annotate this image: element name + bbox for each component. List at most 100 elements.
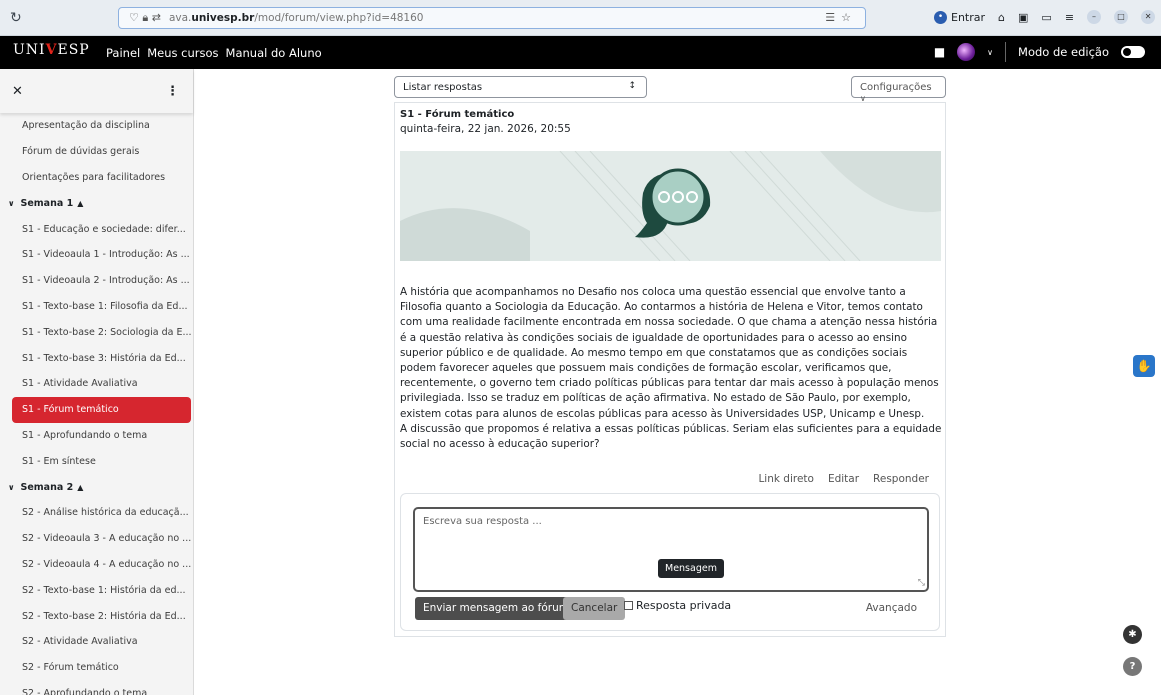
nav-link-manual[interactable]: Manual do Aluno	[226, 46, 322, 60]
edit-mode-label: Modo de edição	[1018, 45, 1109, 59]
sidebar-icon[interactable]: ▭	[1041, 11, 1051, 24]
sidebar-item-label: S1 - Texto-base 1: Filosofia da Ed...	[22, 300, 188, 312]
post-paragraph: A discussão que propomos é relativa a es…	[400, 422, 942, 451]
accessibility-icon[interactable]: ✱	[1123, 625, 1142, 644]
post-title: S1 - Fórum temático	[400, 109, 515, 120]
user-area: ■ ∨ Modo de edição	[934, 42, 1145, 62]
edit-link[interactable]: Editar	[828, 473, 859, 485]
cancel-button[interactable]: Cancelar	[563, 597, 626, 620]
sidebar-item[interactable]: S1 - Texto-base 1: Filosofia da Ed...	[0, 294, 193, 320]
edit-mode-toggle[interactable]	[1121, 46, 1145, 58]
chevron-down-icon[interactable]: ∨	[987, 48, 993, 57]
avatar[interactable]	[957, 43, 976, 61]
sidebar-item[interactable]: S1 - Atividade Avaliativa	[0, 371, 193, 397]
forum-banner-image	[400, 151, 941, 261]
sidebar-item-label: S1 - Atividade Avaliativa	[22, 378, 138, 390]
sidebar-item[interactable]: S1 - Aprofundando o tema	[0, 423, 193, 449]
reload-icon[interactable]: ↻	[10, 10, 26, 26]
accessibility-hand-icon[interactable]: ✋	[1133, 355, 1155, 377]
site-navbar: UNIVESP Painel Meus cursos Manual do Alu…	[0, 36, 1161, 69]
sidebar-item-label: S2 - Atividade Avaliativa	[22, 636, 138, 648]
sidebar-item-label: S1 - Educação e sociedade: difer...	[22, 223, 186, 235]
sidebar-item-label: Semana 1	[20, 197, 74, 209]
sidebar-item[interactable]: S2 - Videoaula 4 - A educação no ...	[0, 552, 193, 578]
univesp-logo[interactable]: UNIVESP	[13, 42, 90, 58]
extensions-icon[interactable]: ⌂	[998, 11, 1005, 24]
settings-dropdown[interactable]: Configurações ∨	[851, 76, 946, 103]
sidebar-item[interactable]: Fórum de dúvidas gerais	[0, 139, 193, 165]
chevron-down-icon[interactable]: ∨	[8, 199, 15, 208]
post-content: A história que acompanhamos no Desafio n…	[400, 285, 945, 452]
account-icon: •	[934, 10, 947, 24]
chevron-down-icon[interactable]: ∨	[8, 483, 15, 492]
lock-icon: ▲	[77, 198, 84, 208]
private-reply-checkbox[interactable]: Resposta privada	[624, 599, 731, 612]
nav-link-meus-cursos[interactable]: Meus cursos	[147, 46, 218, 60]
sidebar-item[interactable]: S1 - Videoaula 2 - Introdução: As ...	[0, 268, 193, 294]
sidebar-item-label: S2 - Texto-base 1: História da ed...	[22, 584, 186, 596]
chat-bubble-illustration	[400, 151, 941, 261]
advanced-link[interactable]: Avançado	[866, 602, 917, 614]
sidebar-item-label: S1 - Aprofundando o tema	[22, 429, 148, 441]
reply-textarea[interactable]: Escreva sua resposta ... Mensagem ⤡	[413, 507, 929, 592]
sidebar-item[interactable]: S1 - Em síntese	[0, 448, 193, 474]
primary-navigation: Painel Meus cursos Manual do Aluno	[106, 46, 322, 60]
discussion-toolbar: Listar respostas ↕ Configurações ∨	[394, 76, 946, 103]
help-icon[interactable]: ?	[1123, 657, 1142, 676]
sidebar-item[interactable]: Apresentação da disciplina	[0, 113, 193, 139]
sidebar-item[interactable]: S1 - Videoaula 1 - Introdução: As ...	[0, 242, 193, 268]
bookmark-star-icon[interactable]: ☰☆	[825, 11, 857, 24]
course-index: Apresentação da disciplina Fórum de dúvid…	[0, 113, 193, 695]
kebab-menu-icon[interactable]: ⋮	[166, 84, 179, 99]
checkbox[interactable]	[624, 601, 633, 610]
drawer-header: ✕ ⋮	[0, 69, 193, 113]
sidebar-item[interactable]: S2 - Texto-base 1: História da ed...	[0, 577, 193, 603]
maximize-icon[interactable]: □	[1114, 10, 1129, 24]
signin-button[interactable]: • Entrar	[934, 10, 985, 24]
sidebar-item-label: Fórum de dúvidas gerais	[22, 146, 140, 158]
browser-toolbar: ↻ ♡ 🔒︎ ⇄ ava.univesp.br/mod/forum/view.p…	[0, 0, 1161, 36]
sidebar-item[interactable]: S2 - Fórum temático	[0, 655, 193, 681]
sidebar-item-label: S1 - Videoaula 1 - Introdução: As ...	[22, 249, 190, 261]
sidebar-item-label: Orientações para facilitadores	[22, 171, 166, 183]
sidebar-item[interactable]: S2 - Atividade Avaliativa	[0, 629, 193, 655]
sidebar-item[interactable]: S1 - Texto-base 3: História da Ed...	[0, 345, 193, 371]
sidebar-item-label: Semana 2	[20, 481, 74, 493]
close-icon[interactable]: ✕	[12, 84, 23, 99]
sidebar-item-label: S2 - Texto-base 2: História da Ed...	[22, 610, 186, 622]
sidebar-section-header[interactable]: ∨ Semana 2 ▲	[0, 474, 193, 500]
url-text: ava.univesp.br/mod/forum/view.php?id=481…	[168, 12, 424, 24]
minimize-icon[interactable]: –	[1087, 10, 1102, 24]
menu-icon[interactable]: ≡	[1065, 11, 1074, 24]
select-arrows-icon: ↕	[628, 81, 636, 91]
sidebar-item-label: S2 - Videoaula 4 - A educação no ...	[22, 558, 192, 570]
sidebar-item[interactable]: S2 - Análise histórica da educaçã...	[0, 500, 193, 526]
sidebar-item-label: S1 - Em síntese	[22, 455, 96, 467]
sidebar-item[interactable]: Orientações para facilitadores	[0, 165, 193, 191]
inline-reply-form: Escreva sua resposta ... Mensagem ⤡ Envi…	[400, 493, 940, 631]
forum-post: S1 - Fórum temático quinta-feira, 22 jan…	[394, 102, 946, 637]
permalink-link[interactable]: Link direto	[758, 473, 814, 485]
sidebar-item[interactable]: S1 - Texto-base 2: Sociologia da E...	[0, 319, 193, 345]
close-window-icon[interactable]: ✕	[1141, 10, 1156, 24]
tabs-icon[interactable]: ▣	[1018, 11, 1028, 24]
divider	[1005, 42, 1007, 62]
sidebar-item[interactable]: S2 - Texto-base 2: História da Ed...	[0, 603, 193, 629]
sidebar-item[interactable]: S1 - Fórum temático	[12, 396, 191, 423]
sidebar-item-label: S2 - Videoaula 3 - A educação no ...	[22, 533, 192, 545]
sidebar-item[interactable]: S1 - Educação e sociedade: difer...	[0, 216, 193, 242]
sidebar-section-header[interactable]: ∨ Semana 1 ▲	[0, 190, 193, 216]
nav-link-painel[interactable]: Painel	[106, 46, 140, 60]
sidebar-item[interactable]: S2 - Videoaula 3 - A educação no ...	[0, 526, 193, 552]
browser-actions: • Entrar ⌂ ▣ ▭ ≡ – □ ✕	[934, 10, 1156, 24]
sidebar-item-label: S1 - Videoaula 2 - Introdução: As ...	[22, 275, 190, 287]
address-bar[interactable]: ♡ 🔒︎ ⇄ ava.univesp.br/mod/forum/view.php…	[118, 7, 866, 29]
reply-placeholder: Escreva sua resposta ...	[423, 516, 542, 527]
submit-reply-button[interactable]: Enviar mensagem ao fórum	[415, 597, 577, 620]
resize-handle-icon[interactable]: ⤡	[918, 578, 925, 588]
messages-icon[interactable]: ■	[934, 45, 945, 59]
post-paragraph: A história que acompanhamos no Desafio n…	[400, 286, 939, 420]
display-mode-select[interactable]: Listar respostas ↕	[394, 76, 647, 98]
reply-link[interactable]: Responder	[873, 473, 929, 485]
sidebar-item[interactable]: S2 - Aprofundando o tema	[0, 681, 193, 695]
